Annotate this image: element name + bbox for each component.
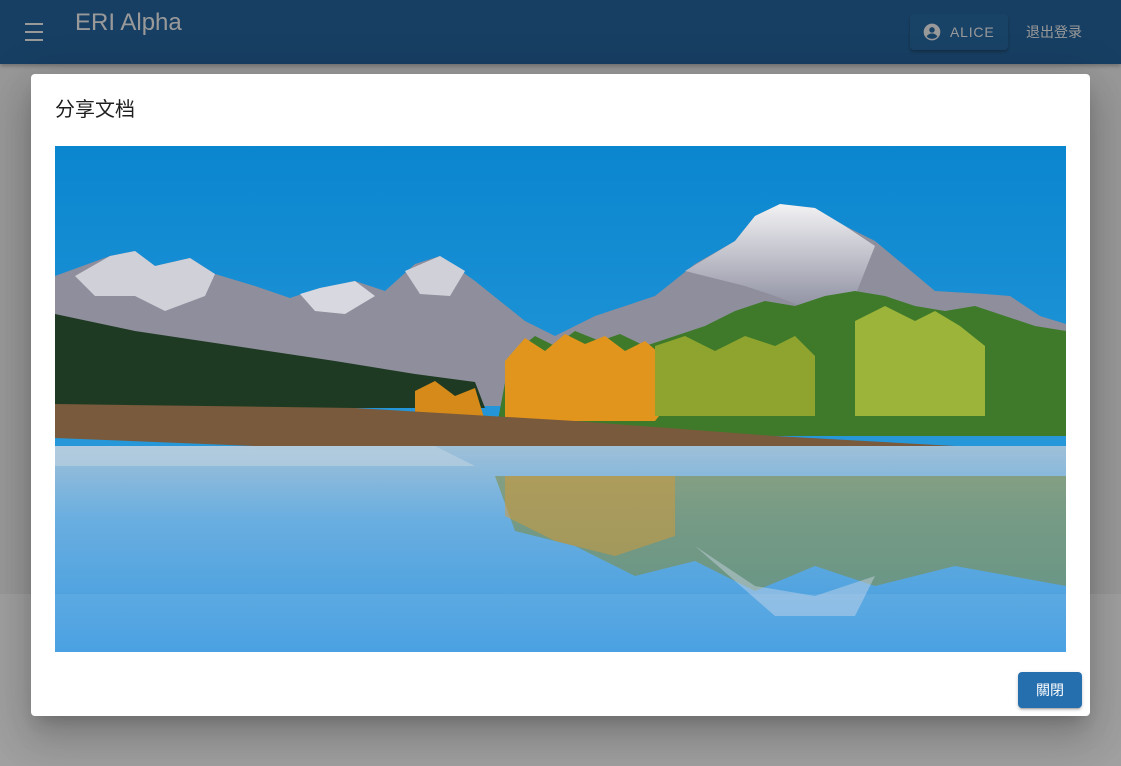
- share-document-dialog: 分享文档 關閉: [31, 74, 1090, 716]
- shared-document-image: [55, 146, 1066, 652]
- dialog-title: 分享文档: [55, 97, 135, 121]
- close-button[interactable]: 關閉: [1018, 672, 1082, 708]
